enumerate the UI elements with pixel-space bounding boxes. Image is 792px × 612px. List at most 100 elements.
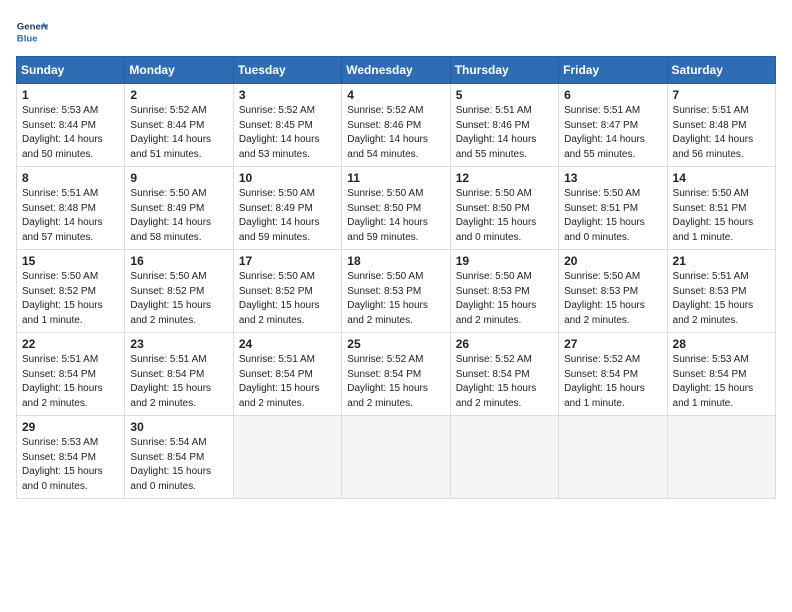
day-info: Sunrise: 5:50 AMSunset: 8:52 PMDaylight:… bbox=[22, 271, 103, 326]
day-number: 26 bbox=[456, 337, 553, 351]
day-number: 9 bbox=[130, 171, 227, 185]
day-number: 8 bbox=[22, 171, 119, 185]
calendar-cell: 23 Sunrise: 5:51 AMSunset: 8:54 PMDaylig… bbox=[125, 333, 233, 416]
day-info: Sunrise: 5:52 AMSunset: 8:45 PMDaylight:… bbox=[239, 105, 320, 160]
calendar-cell: 16 Sunrise: 5:50 AMSunset: 8:52 PMDaylig… bbox=[125, 250, 233, 333]
day-info: Sunrise: 5:54 AMSunset: 8:54 PMDaylight:… bbox=[130, 437, 211, 492]
week-row-2: 8 Sunrise: 5:51 AMSunset: 8:48 PMDayligh… bbox=[17, 167, 776, 250]
day-info: Sunrise: 5:50 AMSunset: 8:53 PMDaylight:… bbox=[347, 271, 428, 326]
weekday-header-tuesday: Tuesday bbox=[233, 57, 341, 84]
day-info: Sunrise: 5:51 AMSunset: 8:54 PMDaylight:… bbox=[239, 354, 320, 409]
day-number: 7 bbox=[673, 88, 770, 102]
day-info: Sunrise: 5:50 AMSunset: 8:52 PMDaylight:… bbox=[239, 271, 320, 326]
day-info: Sunrise: 5:52 AMSunset: 8:54 PMDaylight:… bbox=[456, 354, 537, 409]
calendar-cell bbox=[450, 416, 558, 499]
svg-text:Blue: Blue bbox=[17, 34, 38, 45]
week-row-1: 1 Sunrise: 5:53 AMSunset: 8:44 PMDayligh… bbox=[17, 84, 776, 167]
day-info: Sunrise: 5:50 AMSunset: 8:52 PMDaylight:… bbox=[130, 271, 211, 326]
day-number: 10 bbox=[239, 171, 336, 185]
weekday-header-wednesday: Wednesday bbox=[342, 57, 450, 84]
calendar-table: SundayMondayTuesdayWednesdayThursdayFrid… bbox=[16, 56, 776, 499]
calendar-cell: 12 Sunrise: 5:50 AMSunset: 8:50 PMDaylig… bbox=[450, 167, 558, 250]
week-row-5: 29 Sunrise: 5:53 AMSunset: 8:54 PMDaylig… bbox=[17, 416, 776, 499]
day-info: Sunrise: 5:50 AMSunset: 8:49 PMDaylight:… bbox=[130, 188, 211, 243]
weekday-header-sunday: Sunday bbox=[17, 57, 125, 84]
day-number: 27 bbox=[564, 337, 661, 351]
calendar-cell: 10 Sunrise: 5:50 AMSunset: 8:49 PMDaylig… bbox=[233, 167, 341, 250]
calendar-cell: 4 Sunrise: 5:52 AMSunset: 8:46 PMDayligh… bbox=[342, 84, 450, 167]
calendar-cell: 30 Sunrise: 5:54 AMSunset: 8:54 PMDaylig… bbox=[125, 416, 233, 499]
day-number: 6 bbox=[564, 88, 661, 102]
day-info: Sunrise: 5:52 AMSunset: 8:44 PMDaylight:… bbox=[130, 105, 211, 160]
calendar-cell: 7 Sunrise: 5:51 AMSunset: 8:48 PMDayligh… bbox=[667, 84, 775, 167]
day-info: Sunrise: 5:52 AMSunset: 8:54 PMDaylight:… bbox=[564, 354, 645, 409]
day-info: Sunrise: 5:51 AMSunset: 8:46 PMDaylight:… bbox=[456, 105, 537, 160]
calendar-cell: 22 Sunrise: 5:51 AMSunset: 8:54 PMDaylig… bbox=[17, 333, 125, 416]
day-number: 15 bbox=[22, 254, 119, 268]
day-number: 13 bbox=[564, 171, 661, 185]
day-info: Sunrise: 5:51 AMSunset: 8:54 PMDaylight:… bbox=[22, 354, 103, 409]
weekday-header-thursday: Thursday bbox=[450, 57, 558, 84]
weekday-header-friday: Friday bbox=[559, 57, 667, 84]
calendar-cell: 13 Sunrise: 5:50 AMSunset: 8:51 PMDaylig… bbox=[559, 167, 667, 250]
day-number: 23 bbox=[130, 337, 227, 351]
day-number: 11 bbox=[347, 171, 444, 185]
day-info: Sunrise: 5:51 AMSunset: 8:53 PMDaylight:… bbox=[673, 271, 754, 326]
weekday-header-monday: Monday bbox=[125, 57, 233, 84]
calendar-cell: 6 Sunrise: 5:51 AMSunset: 8:47 PMDayligh… bbox=[559, 84, 667, 167]
calendar-cell bbox=[342, 416, 450, 499]
calendar-cell: 15 Sunrise: 5:50 AMSunset: 8:52 PMDaylig… bbox=[17, 250, 125, 333]
day-info: Sunrise: 5:50 AMSunset: 8:49 PMDaylight:… bbox=[239, 188, 320, 243]
calendar-cell: 29 Sunrise: 5:53 AMSunset: 8:54 PMDaylig… bbox=[17, 416, 125, 499]
day-number: 24 bbox=[239, 337, 336, 351]
day-number: 21 bbox=[673, 254, 770, 268]
day-number: 5 bbox=[456, 88, 553, 102]
day-number: 18 bbox=[347, 254, 444, 268]
day-number: 3 bbox=[239, 88, 336, 102]
day-info: Sunrise: 5:53 AMSunset: 8:44 PMDaylight:… bbox=[22, 105, 103, 160]
day-info: Sunrise: 5:50 AMSunset: 8:53 PMDaylight:… bbox=[456, 271, 537, 326]
day-info: Sunrise: 5:50 AMSunset: 8:50 PMDaylight:… bbox=[347, 188, 428, 243]
logo: GeneralBlue bbox=[16, 16, 48, 48]
weekday-header-saturday: Saturday bbox=[667, 57, 775, 84]
calendar-cell bbox=[667, 416, 775, 499]
calendar-cell: 2 Sunrise: 5:52 AMSunset: 8:44 PMDayligh… bbox=[125, 84, 233, 167]
day-info: Sunrise: 5:50 AMSunset: 8:50 PMDaylight:… bbox=[456, 188, 537, 243]
day-info: Sunrise: 5:50 AMSunset: 8:51 PMDaylight:… bbox=[564, 188, 645, 243]
calendar-cell: 17 Sunrise: 5:50 AMSunset: 8:52 PMDaylig… bbox=[233, 250, 341, 333]
calendar-cell bbox=[233, 416, 341, 499]
day-number: 1 bbox=[22, 88, 119, 102]
page-header: GeneralBlue bbox=[16, 16, 776, 48]
day-number: 22 bbox=[22, 337, 119, 351]
day-number: 2 bbox=[130, 88, 227, 102]
calendar-cell: 5 Sunrise: 5:51 AMSunset: 8:46 PMDayligh… bbox=[450, 84, 558, 167]
day-info: Sunrise: 5:51 AMSunset: 8:47 PMDaylight:… bbox=[564, 105, 645, 160]
day-info: Sunrise: 5:53 AMSunset: 8:54 PMDaylight:… bbox=[22, 437, 103, 492]
week-row-4: 22 Sunrise: 5:51 AMSunset: 8:54 PMDaylig… bbox=[17, 333, 776, 416]
calendar-cell: 21 Sunrise: 5:51 AMSunset: 8:53 PMDaylig… bbox=[667, 250, 775, 333]
day-number: 30 bbox=[130, 420, 227, 434]
week-row-3: 15 Sunrise: 5:50 AMSunset: 8:52 PMDaylig… bbox=[17, 250, 776, 333]
day-number: 12 bbox=[456, 171, 553, 185]
calendar-cell: 25 Sunrise: 5:52 AMSunset: 8:54 PMDaylig… bbox=[342, 333, 450, 416]
logo-icon: GeneralBlue bbox=[16, 16, 48, 48]
calendar-cell: 26 Sunrise: 5:52 AMSunset: 8:54 PMDaylig… bbox=[450, 333, 558, 416]
day-info: Sunrise: 5:51 AMSunset: 8:48 PMDaylight:… bbox=[22, 188, 103, 243]
calendar-cell: 24 Sunrise: 5:51 AMSunset: 8:54 PMDaylig… bbox=[233, 333, 341, 416]
calendar-cell: 11 Sunrise: 5:50 AMSunset: 8:50 PMDaylig… bbox=[342, 167, 450, 250]
day-info: Sunrise: 5:53 AMSunset: 8:54 PMDaylight:… bbox=[673, 354, 754, 409]
calendar-cell: 28 Sunrise: 5:53 AMSunset: 8:54 PMDaylig… bbox=[667, 333, 775, 416]
day-number: 14 bbox=[673, 171, 770, 185]
day-number: 19 bbox=[456, 254, 553, 268]
day-number: 25 bbox=[347, 337, 444, 351]
weekday-header-row: SundayMondayTuesdayWednesdayThursdayFrid… bbox=[17, 57, 776, 84]
calendar-cell: 9 Sunrise: 5:50 AMSunset: 8:49 PMDayligh… bbox=[125, 167, 233, 250]
day-info: Sunrise: 5:52 AMSunset: 8:46 PMDaylight:… bbox=[347, 105, 428, 160]
day-info: Sunrise: 5:50 AMSunset: 8:51 PMDaylight:… bbox=[673, 188, 754, 243]
day-number: 4 bbox=[347, 88, 444, 102]
calendar-cell: 18 Sunrise: 5:50 AMSunset: 8:53 PMDaylig… bbox=[342, 250, 450, 333]
day-info: Sunrise: 5:52 AMSunset: 8:54 PMDaylight:… bbox=[347, 354, 428, 409]
day-number: 20 bbox=[564, 254, 661, 268]
calendar-cell: 8 Sunrise: 5:51 AMSunset: 8:48 PMDayligh… bbox=[17, 167, 125, 250]
calendar-cell: 1 Sunrise: 5:53 AMSunset: 8:44 PMDayligh… bbox=[17, 84, 125, 167]
